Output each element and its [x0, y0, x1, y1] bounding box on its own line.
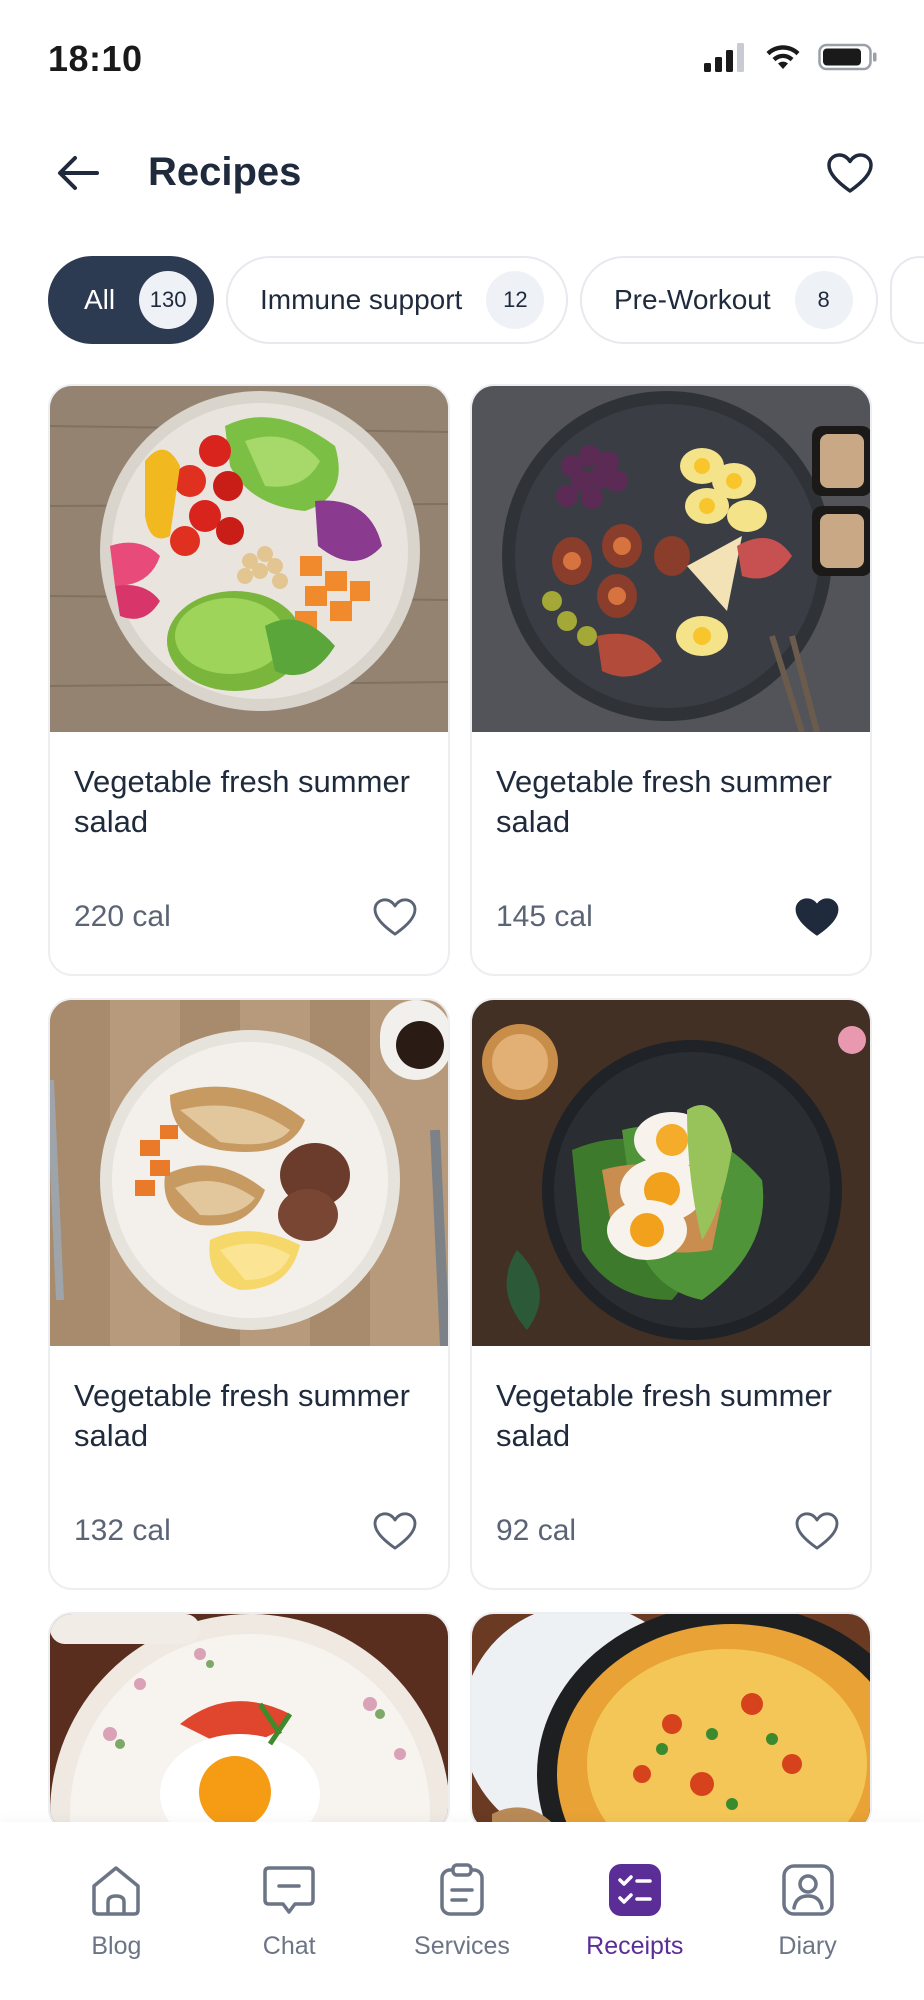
chip-count-badge: 130: [139, 271, 198, 329]
nav-label: Receipts: [586, 1932, 684, 1960]
bottom-navigation: Blog Chat Services Receipts Diary: [0, 1822, 924, 2000]
favorites-button[interactable]: [822, 148, 878, 198]
nav-label: Chat: [262, 1932, 316, 1960]
recipe-title: Vegetable fresh summer salad: [496, 764, 833, 839]
chip-label: Pre-Workout: [614, 284, 771, 315]
filter-chip-pre-workout[interactable]: Pre-Workout 8: [580, 256, 878, 344]
filter-chip-immune-support[interactable]: Immune support 12: [226, 256, 568, 344]
home-icon: [88, 1862, 144, 1918]
heart-outline-icon: [373, 1512, 417, 1550]
recipe-card[interactable]: [470, 1612, 872, 1832]
recipe-card[interactable]: [48, 1612, 450, 1832]
like-button[interactable]: [792, 1508, 842, 1554]
like-button[interactable]: [792, 894, 842, 940]
recipe-title: Vegetable fresh summer salad: [74, 764, 411, 839]
battery-icon: [818, 43, 877, 71]
recipe-image: [472, 1000, 870, 1346]
nav-item-blog[interactable]: Blog: [41, 1862, 191, 2000]
recipe-card[interactable]: Vegetable fresh summer salad 145 cal: [470, 384, 872, 976]
heart-filled-icon: [795, 898, 839, 936]
status-bar: 18:10: [0, 0, 924, 110]
like-button[interactable]: [370, 1508, 420, 1554]
nav-item-diary[interactable]: Diary: [733, 1862, 883, 2000]
back-button[interactable]: [50, 148, 106, 198]
nav-item-receipts[interactable]: Receipts: [560, 1862, 710, 2000]
recipe-image: [472, 1614, 870, 1830]
recipe-image: [50, 1000, 448, 1346]
nav-label: Blog: [91, 1932, 142, 1960]
filter-chip-all[interactable]: All 130: [48, 256, 214, 344]
clipboard-icon: [434, 1862, 490, 1918]
recipe-image: [50, 1614, 448, 1830]
nav-label: Services: [414, 1932, 510, 1960]
filter-chips: All 130 Immune support 12 Pre-Workout 8: [48, 256, 924, 346]
profile-icon: [780, 1862, 836, 1918]
chip-count-badge: 8: [794, 271, 853, 329]
filter-chip-more[interactable]: [890, 256, 924, 344]
heart-outline-icon: [795, 1512, 839, 1550]
recipe-calories: 220 cal: [74, 900, 171, 933]
chip-label: All: [84, 284, 116, 315]
like-button[interactable]: [370, 894, 420, 940]
recipe-title: Vegetable fresh summer salad: [74, 1378, 411, 1453]
checklist-icon: [607, 1862, 663, 1918]
recipe-card[interactable]: Vegetable fresh summer salad 132 cal: [48, 998, 450, 1590]
wifi-icon: [766, 45, 800, 69]
recipe-image: [472, 386, 870, 732]
status-icons: [704, 42, 878, 72]
page-title: Recipes: [148, 150, 302, 194]
arrow-left-icon: [58, 156, 99, 190]
recipe-image: [50, 386, 448, 732]
recipe-calories: 145 cal: [496, 900, 593, 933]
chat-icon: [261, 1862, 317, 1918]
nav-item-chat[interactable]: Chat: [214, 1862, 364, 2000]
recipe-calories: 132 cal: [74, 1514, 171, 1547]
chip-label: Immune support: [260, 284, 463, 315]
chip-count-badge: 12: [486, 271, 545, 329]
recipe-card[interactable]: Vegetable fresh summer salad 220 cal: [48, 384, 450, 976]
recipes-screen: 18:10 Recipes All 130 Immune support 12 …: [0, 0, 924, 2000]
nav-item-services[interactable]: Services: [387, 1862, 537, 2000]
recipe-grid: Vegetable fresh summer salad 220 cal Veg…: [48, 384, 876, 1832]
signal-icon: [704, 43, 744, 72]
recipe-calories: 92 cal: [496, 1514, 577, 1547]
app-header: Recipes: [0, 130, 924, 216]
recipe-title: Vegetable fresh summer salad: [496, 1378, 833, 1453]
status-time: 18:10: [48, 38, 143, 79]
heart-outline-icon: [827, 153, 873, 193]
nav-label: Diary: [778, 1932, 837, 1960]
heart-outline-icon: [373, 898, 417, 936]
recipe-card[interactable]: Vegetable fresh summer salad 92 cal: [470, 998, 872, 1590]
